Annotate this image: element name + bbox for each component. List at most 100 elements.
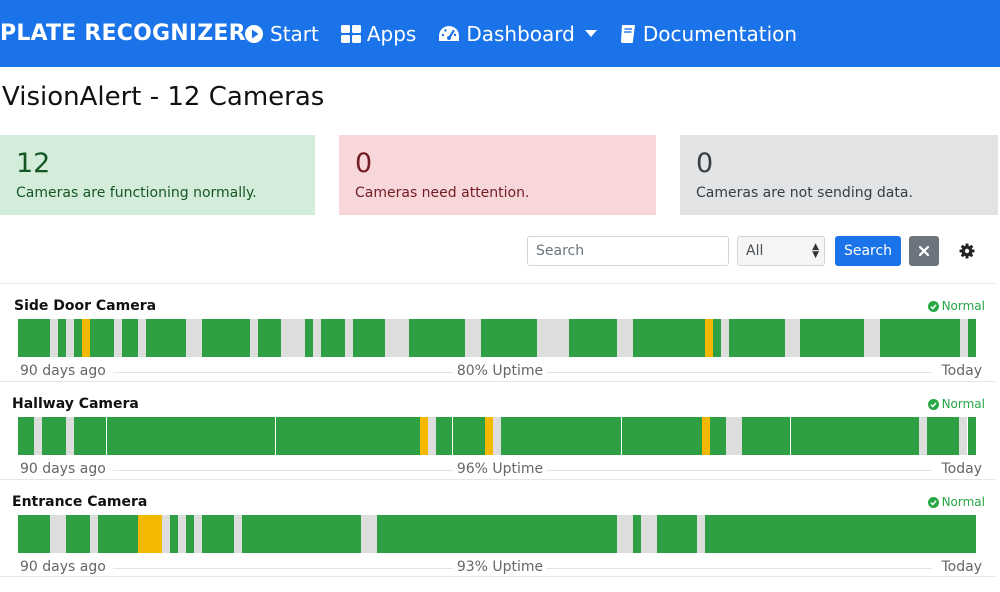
uptime-day-bar[interactable] bbox=[425, 319, 434, 357]
uptime-day-bar[interactable] bbox=[201, 319, 210, 357]
uptime-day-bar[interactable] bbox=[193, 515, 202, 553]
uptime-day-bar[interactable] bbox=[473, 319, 482, 357]
uptime-day-bar[interactable] bbox=[544, 515, 553, 553]
uptime-day-bar[interactable] bbox=[529, 319, 537, 357]
uptime-day-bar[interactable] bbox=[513, 515, 522, 553]
uptime-day-bar[interactable] bbox=[624, 515, 633, 553]
uptime-day-bar[interactable] bbox=[275, 417, 284, 455]
uptime-day-bar[interactable] bbox=[664, 515, 673, 553]
uptime-day-bar[interactable] bbox=[600, 319, 609, 357]
uptime-day-bar[interactable] bbox=[726, 417, 735, 455]
uptime-day-bar[interactable] bbox=[353, 319, 362, 357]
uptime-day-bar[interactable] bbox=[888, 515, 897, 553]
uptime-day-bar[interactable] bbox=[18, 515, 26, 553]
uptime-day-bar[interactable] bbox=[441, 515, 450, 553]
uptime-day-bar[interactable] bbox=[766, 417, 775, 455]
uptime-day-bar[interactable] bbox=[824, 515, 833, 553]
uptime-day-bar[interactable] bbox=[701, 417, 710, 455]
uptime-day-bar[interactable] bbox=[870, 417, 879, 455]
uptime-day-bar[interactable] bbox=[912, 319, 921, 357]
uptime-day-bar[interactable] bbox=[640, 515, 649, 553]
uptime-day-bar[interactable] bbox=[404, 417, 413, 455]
uptime-day-bar[interactable] bbox=[798, 417, 807, 455]
uptime-day-bar[interactable] bbox=[129, 515, 138, 553]
uptime-day-bar[interactable] bbox=[345, 515, 354, 553]
uptime-day-bar[interactable] bbox=[840, 515, 849, 553]
uptime-day-bar[interactable] bbox=[177, 515, 186, 553]
uptime-day-bar[interactable] bbox=[18, 417, 26, 455]
uptime-day-bar[interactable] bbox=[396, 417, 405, 455]
uptime-day-bar[interactable] bbox=[672, 319, 681, 357]
uptime-day-bar[interactable] bbox=[249, 319, 258, 357]
uptime-day-bar[interactable] bbox=[600, 515, 609, 553]
uptime-day-bar[interactable] bbox=[814, 417, 823, 455]
search-input[interactable] bbox=[527, 236, 729, 266]
uptime-day-bar[interactable] bbox=[465, 515, 474, 553]
uptime-day-bar[interactable] bbox=[943, 417, 952, 455]
uptime-day-bar[interactable] bbox=[872, 515, 881, 553]
uptime-day-bar[interactable] bbox=[536, 515, 545, 553]
uptime-day-bar[interactable] bbox=[97, 319, 106, 357]
uptime-day-bar[interactable] bbox=[952, 319, 961, 357]
uptime-day-bar[interactable] bbox=[209, 319, 218, 357]
uptime-day-bar[interactable] bbox=[347, 417, 356, 455]
uptime-day-bar[interactable] bbox=[529, 515, 537, 553]
uptime-day-bar[interactable] bbox=[331, 417, 340, 455]
uptime-day-bar[interactable] bbox=[409, 515, 418, 553]
uptime-day-bar[interactable] bbox=[661, 417, 670, 455]
uptime-day-bar[interactable] bbox=[417, 319, 426, 357]
uptime-day-bar[interactable] bbox=[560, 319, 569, 357]
uptime-day-bar[interactable] bbox=[936, 515, 945, 553]
uptime-day-bar[interactable] bbox=[568, 319, 577, 357]
uptime-day-bar[interactable] bbox=[329, 319, 338, 357]
camera-name[interactable]: Entrance Camera bbox=[12, 494, 147, 510]
uptime-day-bar[interactable] bbox=[669, 417, 678, 455]
uptime-day-bar[interactable] bbox=[393, 515, 402, 553]
uptime-day-bar[interactable] bbox=[688, 319, 697, 357]
uptime-day-bar[interactable] bbox=[460, 417, 469, 455]
uptime-day-bar[interactable] bbox=[816, 319, 825, 357]
uptime-day-bar[interactable] bbox=[816, 515, 825, 553]
uptime-day-bar[interactable] bbox=[289, 515, 298, 553]
uptime-day-bar[interactable] bbox=[629, 417, 638, 455]
uptime-day-bar[interactable] bbox=[903, 417, 912, 455]
uptime-day-bar[interactable] bbox=[912, 515, 921, 553]
uptime-day-bar[interactable] bbox=[808, 319, 817, 357]
uptime-day-bar[interactable] bbox=[524, 417, 533, 455]
uptime-day-bar[interactable] bbox=[758, 417, 767, 455]
uptime-day-bar[interactable] bbox=[251, 417, 260, 455]
uptime-day-bar[interactable] bbox=[313, 515, 322, 553]
uptime-day-bar[interactable] bbox=[138, 417, 147, 455]
uptime-day-bar[interactable] bbox=[345, 319, 354, 357]
uptime-day-bar[interactable] bbox=[65, 515, 74, 553]
uptime-day-bar[interactable] bbox=[145, 319, 154, 357]
uptime-day-bar[interactable] bbox=[653, 417, 662, 455]
uptime-day-bar[interactable] bbox=[959, 417, 968, 455]
uptime-day-bar[interactable] bbox=[712, 515, 721, 553]
uptime-day-bar[interactable] bbox=[862, 417, 871, 455]
uptime-day-bar[interactable] bbox=[648, 319, 657, 357]
uptime-day-bar[interactable] bbox=[297, 515, 306, 553]
uptime-day-bar[interactable] bbox=[560, 515, 569, 553]
uptime-day-bar[interactable] bbox=[497, 515, 506, 553]
uptime-day-bar[interactable] bbox=[409, 319, 418, 357]
uptime-day-bar[interactable] bbox=[249, 515, 258, 553]
uptime-day-bar[interactable] bbox=[153, 319, 162, 357]
uptime-day-bar[interactable] bbox=[457, 515, 466, 553]
uptime-day-bar[interactable] bbox=[185, 515, 194, 553]
uptime-day-bar[interactable] bbox=[169, 515, 178, 553]
uptime-day-bar[interactable] bbox=[305, 515, 314, 553]
uptime-day-bar[interactable] bbox=[329, 515, 338, 553]
uptime-day-bar[interactable] bbox=[484, 417, 493, 455]
uptime-day-bar[interactable] bbox=[353, 515, 362, 553]
uptime-day-bar[interactable] bbox=[760, 515, 769, 553]
uptime-day-bar[interactable] bbox=[233, 319, 242, 357]
uptime-day-bar[interactable] bbox=[968, 319, 977, 357]
uptime-day-bar[interactable] bbox=[241, 319, 250, 357]
camera-row-entrance[interactable]: Entrance Camera Normal 90 days ago 93% U… bbox=[0, 479, 995, 577]
uptime-day-bar[interactable] bbox=[377, 515, 386, 553]
uptime-day-bar[interactable] bbox=[589, 417, 598, 455]
uptime-day-bar[interactable] bbox=[364, 417, 373, 455]
uptime-day-bar[interactable] bbox=[457, 319, 466, 357]
uptime-day-bar[interactable] bbox=[952, 515, 961, 553]
